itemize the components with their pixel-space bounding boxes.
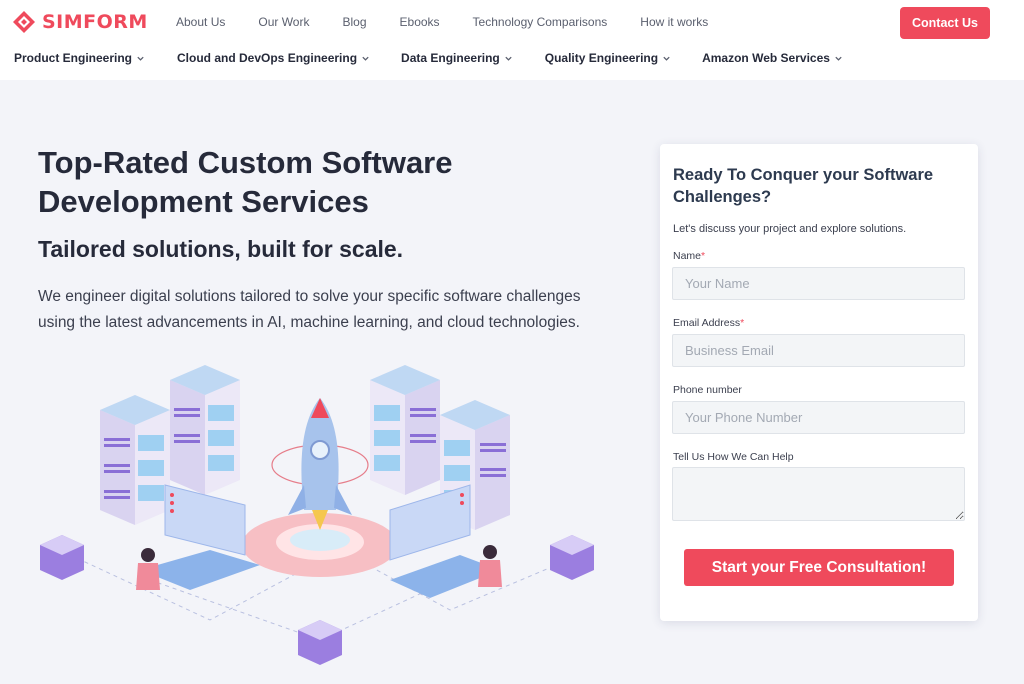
simform-logo[interactable]: SIMFORM [12, 10, 148, 34]
nav-how-it-works[interactable]: How it works [640, 15, 708, 29]
main-nav-label: Product Engineering [14, 51, 133, 65]
server-stack-left-back [170, 365, 240, 495]
chevron-down-icon [505, 56, 512, 61]
form-title-line2: Challenges? [673, 188, 772, 206]
required-asterisk: * [740, 317, 745, 329]
monitor-left [164, 484, 246, 556]
help-textarea[interactable] [672, 467, 965, 521]
hero-title-line2: Development Services [38, 184, 369, 219]
hero-title-line1: Top-Rated Custom Software [38, 145, 453, 180]
name-label: Name* [673, 250, 705, 262]
start-consultation-button[interactable]: Start your Free Consultation! [684, 549, 954, 586]
hero-description-line1: We engineer digital solutions tailored t… [38, 288, 581, 305]
phone-input[interactable] [672, 401, 965, 434]
main-nav-label: Quality Engineering [544, 51, 659, 65]
rocket-servers-illustration [40, 365, 594, 665]
chevron-down-icon [835, 56, 842, 61]
consultation-form: Ready To Conquer your Software Challenge… [660, 144, 978, 621]
main-nav: Product Engineering Cloud and DevOps Eng… [14, 51, 843, 65]
name-label-text: Name [673, 250, 702, 262]
email-label-text: Email Address [673, 317, 741, 329]
rocket-icon [271, 398, 369, 530]
monitor-right [389, 484, 471, 561]
phone-label: Phone number [673, 384, 742, 396]
data-cube-left [40, 535, 84, 580]
data-cube-bottom [298, 620, 342, 665]
email-label: Email Address* [673, 317, 744, 329]
chevron-down-icon [137, 56, 144, 61]
nav-blog[interactable]: Blog [342, 15, 366, 29]
main-nav-cloud-devops[interactable]: Cloud and DevOps Engineering [177, 51, 370, 65]
hero-subtitle: Tailored solutions, built for scale. [38, 236, 404, 262]
main-nav-quality-engineering[interactable]: Quality Engineering [545, 51, 671, 65]
main-nav-label: Data Engineering [401, 51, 500, 65]
hero-description: We engineer digital solutions tailored t… [38, 284, 638, 336]
help-label: Tell Us How We Can Help [673, 451, 794, 463]
main-nav-amazon-web-services[interactable]: Amazon Web Services [702, 51, 843, 65]
nav-our-work[interactable]: Our Work [258, 15, 309, 29]
main-nav-label: Amazon Web Services [702, 51, 830, 65]
main-nav-data-engineering[interactable]: Data Engineering [401, 51, 513, 65]
chevron-down-icon [663, 56, 670, 61]
hero-title: Top-Rated Custom Software Development Se… [38, 143, 598, 221]
data-cube-right [550, 535, 594, 580]
simform-logo-icon [13, 11, 35, 33]
site-header: SIMFORM About Us Our Work Blog Ebooks Te… [0, 0, 1024, 80]
nav-ebooks[interactable]: Ebooks [400, 15, 440, 29]
server-stack-right [370, 365, 440, 495]
server-stack-left [100, 395, 170, 525]
chevron-down-icon [362, 56, 369, 61]
brand-name: SIMFORM [42, 11, 148, 33]
email-input[interactable] [672, 334, 965, 367]
main-nav-label: Cloud and DevOps Engineering [177, 51, 358, 65]
nav-technology-comparisons[interactable]: Technology Comparisons [473, 15, 608, 29]
nav-about-us[interactable]: About Us [176, 15, 225, 29]
person-left [136, 548, 160, 590]
required-asterisk: * [701, 250, 706, 262]
person-right [478, 545, 502, 587]
contact-us-button[interactable]: Contact Us [900, 7, 990, 39]
name-input[interactable] [672, 267, 965, 300]
main-nav-product-engineering[interactable]: Product Engineering [14, 51, 145, 65]
form-intro: Let's discuss your project and explore s… [673, 223, 907, 235]
top-nav: About Us Our Work Blog Ebooks Technology… [176, 15, 708, 29]
hero-description-line2: using the latest advancements in AI, mac… [38, 314, 580, 331]
form-title-line1: Ready To Conquer your Software [673, 166, 934, 184]
form-title: Ready To Conquer your Software Challenge… [673, 164, 963, 208]
